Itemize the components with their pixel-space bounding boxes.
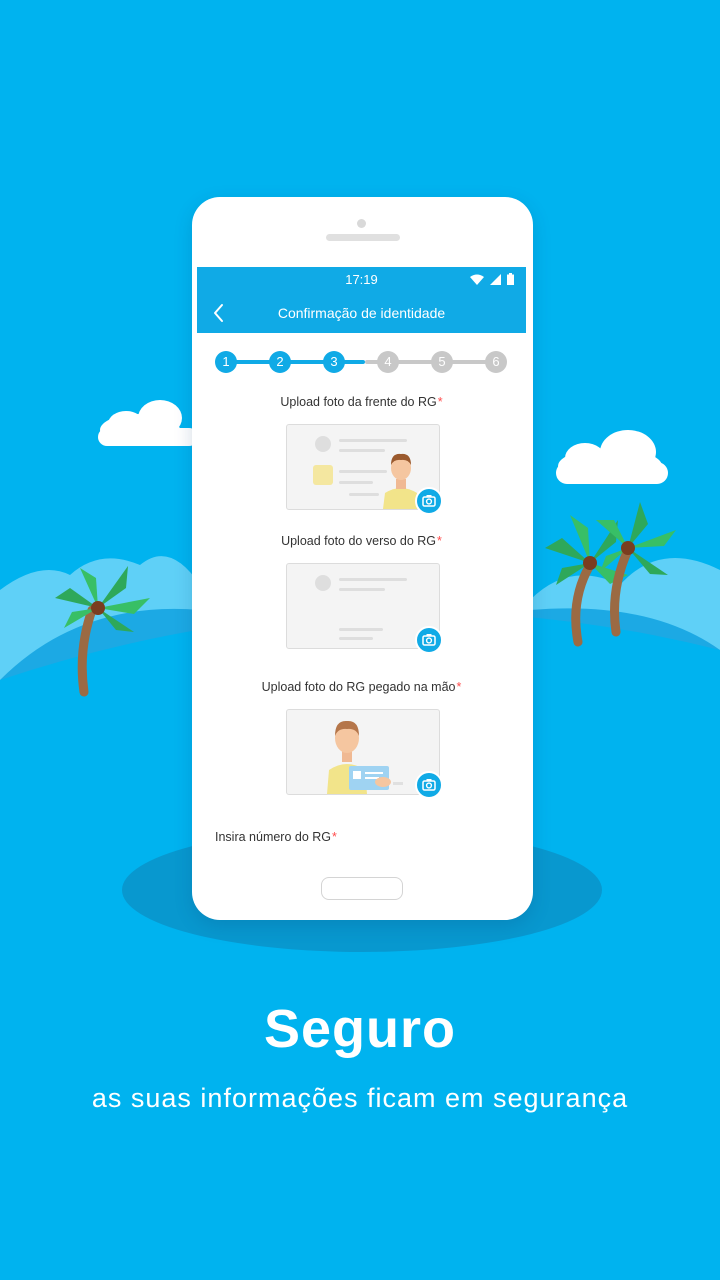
upload-back-text: Upload foto do verso do RG (281, 534, 437, 548)
app-bar-title: Confirmação de identidade (277, 305, 446, 321)
status-icons (470, 273, 514, 285)
step-4[interactable]: 4 (377, 351, 399, 373)
camera-icon (422, 495, 436, 507)
signal-icon (490, 273, 501, 285)
step-1[interactable]: 1 (215, 351, 237, 373)
phone-speaker (326, 234, 400, 241)
upload-front-text: Upload foto da frente do RG (280, 395, 437, 409)
required-mark: * (332, 830, 337, 844)
camera-button-hand[interactable] (415, 771, 443, 799)
camera-icon (422, 779, 436, 791)
camera-button-front[interactable] (415, 487, 443, 515)
camera-button-back[interactable] (415, 626, 443, 654)
required-mark: * (437, 395, 443, 409)
phone-camera (357, 219, 366, 228)
upload-hand-text: Upload foto do RG pegado na mão (261, 680, 456, 694)
status-bar: 17:19 (197, 267, 526, 293)
step-3[interactable]: 3 (323, 351, 345, 373)
step-5[interactable]: 5 (431, 351, 453, 373)
required-mark: * (456, 680, 462, 694)
cloud-right (556, 430, 668, 484)
promo-subtitle: as suas informações ficam em segurança (91, 1083, 629, 1113)
step-2[interactable]: 2 (269, 351, 291, 373)
upload-front-label: Upload foto da frente do RG* (197, 395, 526, 409)
upload-back-label: Upload foto do verso do RG* (197, 534, 526, 548)
upload-hand-label: Upload foto do RG pegado na mão* (197, 680, 526, 694)
camera-icon (422, 634, 436, 646)
phone-screen: 17:19 Confirmação de identidade 1 2 3 4 … (197, 267, 526, 852)
rg-number-text: Insira número do RG (215, 830, 332, 844)
progress-stepper: 1 2 3 4 5 6 (215, 351, 509, 373)
battery-icon (507, 273, 514, 285)
phone-home-button[interactable] (321, 877, 403, 900)
promo-title: Seguro (263, 999, 457, 1059)
step-6[interactable]: 6 (485, 351, 507, 373)
rg-number-label: Insira número do RG* (215, 830, 337, 844)
cloud-left (98, 400, 198, 446)
app-bar: Confirmação de identidade (197, 293, 526, 333)
wifi-icon (470, 274, 484, 285)
required-mark: * (437, 534, 442, 548)
